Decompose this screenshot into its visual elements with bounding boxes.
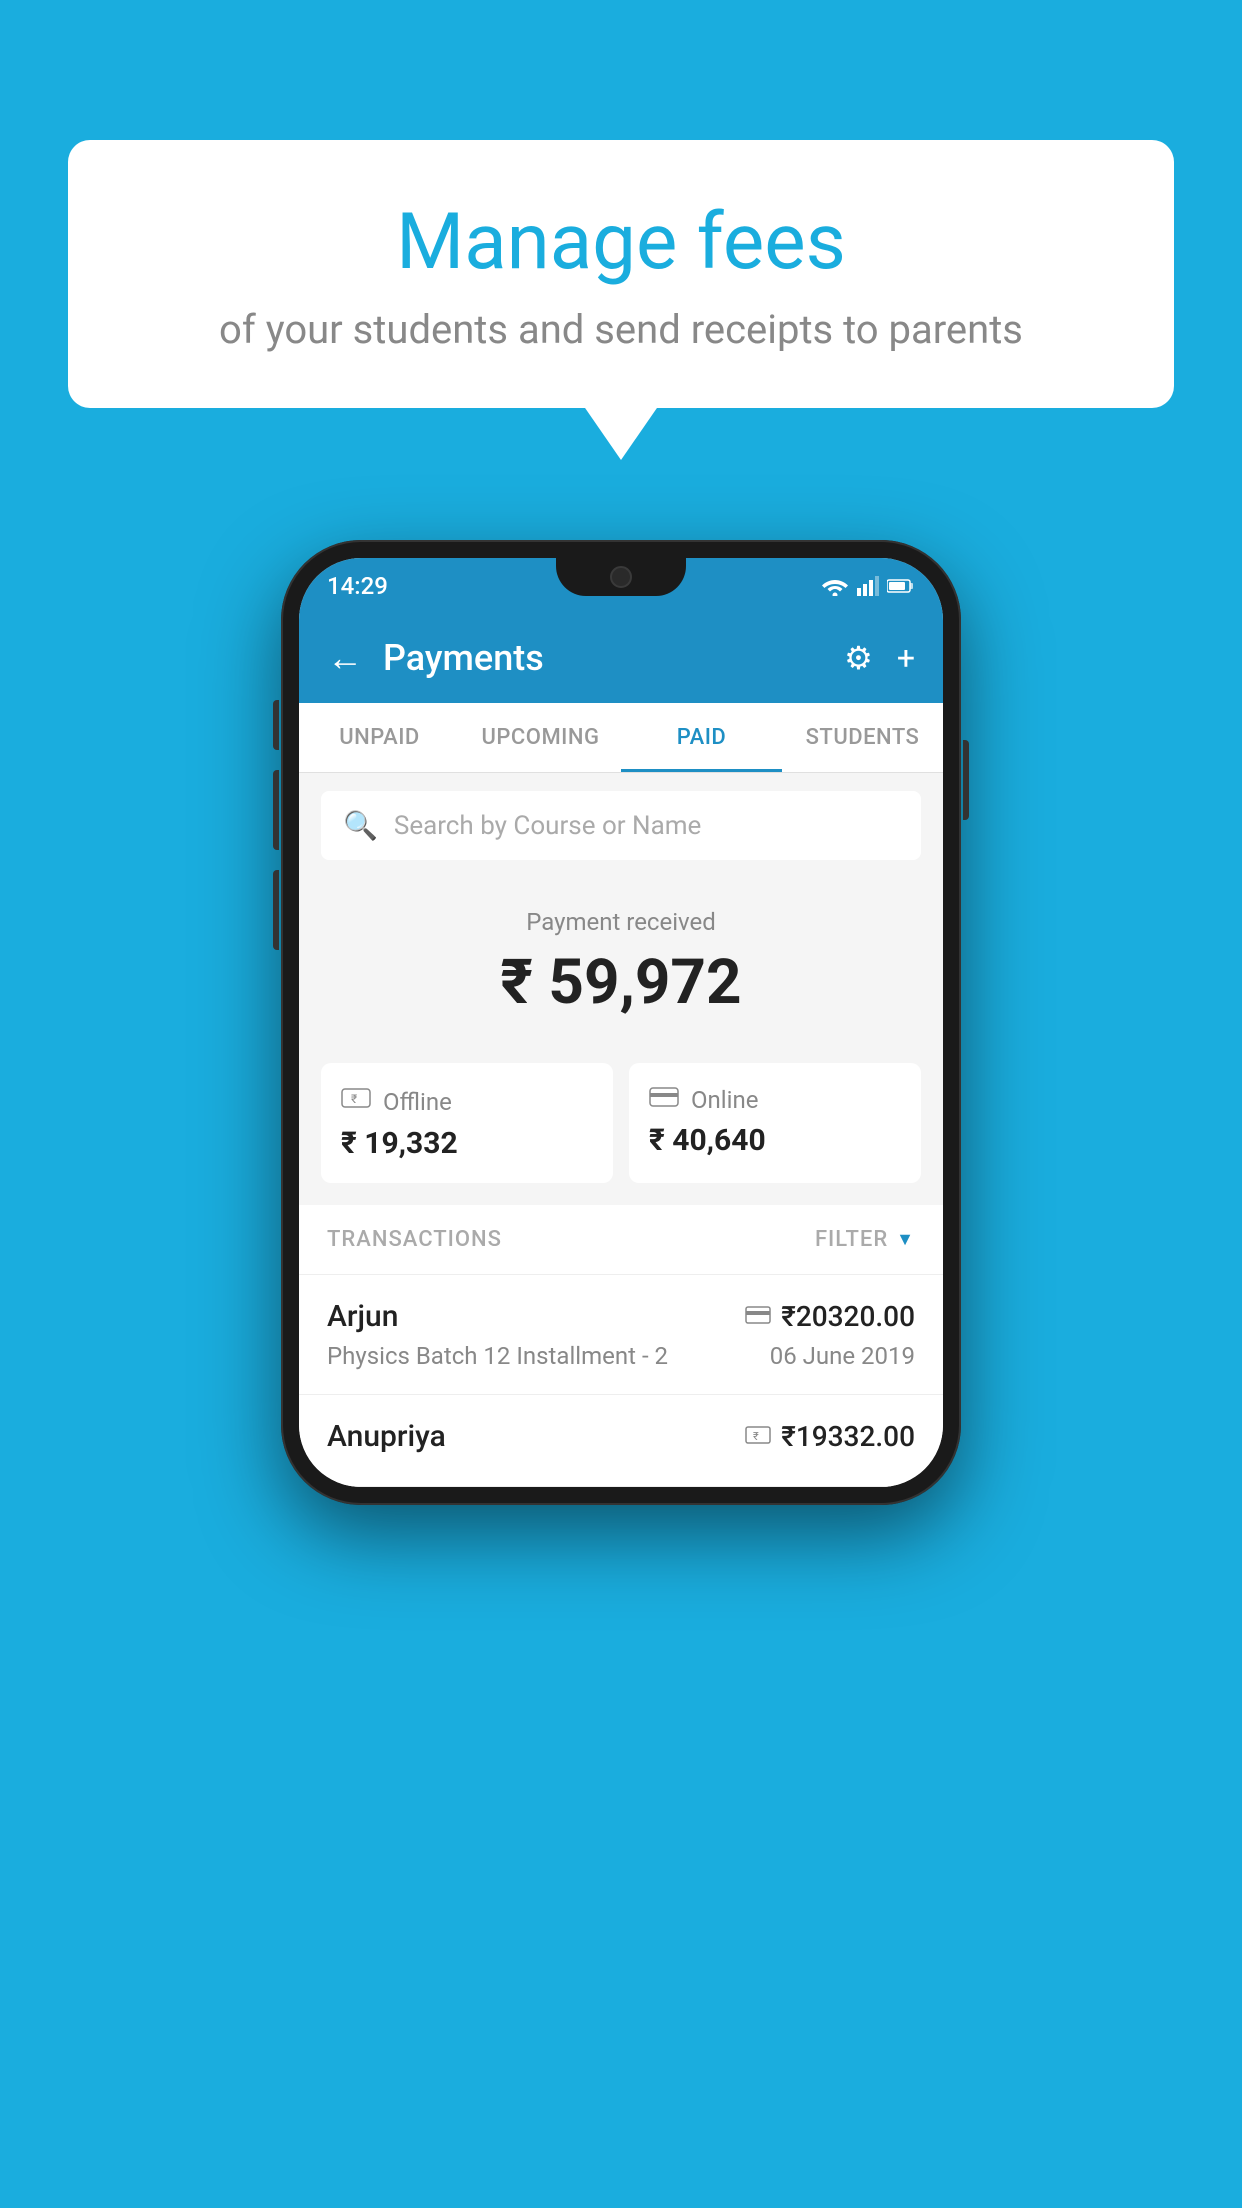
payment-amount: ₹ 59,972 — [321, 946, 921, 1019]
online-icon — [649, 1085, 679, 1115]
phone-frame: 14:29 — [281, 540, 961, 1505]
volume-up-button — [273, 770, 279, 850]
payment-label: Payment received — [321, 908, 921, 936]
filter-text: FILTER — [815, 1227, 888, 1252]
filter-button[interactable]: FILTER ▼ — [815, 1227, 915, 1252]
app-title: Payments — [383, 637, 824, 679]
transaction-date-1: 06 June 2019 — [770, 1342, 915, 1370]
svg-text:₹: ₹ — [753, 1430, 759, 1443]
power-button — [963, 740, 969, 820]
wifi-icon — [821, 576, 849, 596]
filter-icon: ▼ — [896, 1229, 915, 1250]
tab-unpaid[interactable]: UNPAID — [299, 703, 460, 772]
search-container: 🔍 Search by Course or Name — [299, 773, 943, 878]
cash-payment-icon: ₹ — [745, 1423, 771, 1451]
battery-icon — [887, 578, 915, 594]
speech-bubble-container: Manage fees of your students and send re… — [68, 140, 1174, 408]
bubble-subtitle: of your students and send receipts to pa… — [148, 306, 1094, 353]
card-payment-icon — [745, 1303, 771, 1331]
transaction-name-1: Arjun — [327, 1299, 398, 1334]
search-bar[interactable]: 🔍 Search by Course or Name — [321, 791, 921, 860]
phone-container: 14:29 — [281, 540, 961, 1505]
phone-screen: 14:29 — [299, 558, 943, 1487]
payment-cards: ₹ Offline ₹ 19,332 — [299, 1063, 943, 1205]
status-icons — [821, 576, 915, 596]
volume-down-button — [273, 870, 279, 950]
tabs: UNPAID UPCOMING PAID STUDENTS — [299, 703, 943, 773]
app-bar: ← Payments ⚙ + — [299, 613, 943, 703]
online-card: Online ₹ 40,640 — [629, 1063, 921, 1183]
signal-icon — [857, 576, 879, 596]
offline-icon: ₹ — [341, 1085, 371, 1118]
transaction-row[interactable]: Arjun ₹20320.00 Physics Batch 12 Install… — [299, 1275, 943, 1395]
search-input[interactable]: Search by Course or Name — [394, 811, 701, 841]
offline-label: Offline — [383, 1088, 452, 1116]
bubble-title: Manage fees — [148, 200, 1094, 286]
back-button[interactable]: ← — [327, 637, 363, 679]
transactions-header: TRANSACTIONS FILTER ▼ — [299, 1205, 943, 1275]
search-icon: 🔍 — [343, 809, 378, 842]
tab-paid[interactable]: PAID — [621, 703, 782, 772]
add-button[interactable]: + — [897, 639, 915, 677]
volume-silent-button — [273, 700, 279, 750]
online-amount: ₹ 40,640 — [649, 1123, 901, 1158]
transaction-course-1: Physics Batch 12 Installment - 2 — [327, 1342, 668, 1370]
offline-card: ₹ Offline ₹ 19,332 — [321, 1063, 613, 1183]
online-label: Online — [691, 1086, 758, 1114]
payment-section: Payment received ₹ 59,972 — [299, 878, 943, 1063]
transaction-amount-2: ₹19332.00 — [781, 1420, 915, 1453]
offline-amount: ₹ 19,332 — [341, 1126, 593, 1161]
transaction-name-2: Anupriya — [327, 1419, 446, 1454]
settings-button[interactable]: ⚙ — [844, 639, 873, 677]
transactions-label: TRANSACTIONS — [327, 1227, 502, 1252]
transaction-amount-1: ₹20320.00 — [781, 1300, 915, 1333]
svg-text:₹: ₹ — [351, 1092, 357, 1106]
transaction-row[interactable]: Anupriya ₹ ₹19332.00 — [299, 1395, 943, 1487]
front-camera — [610, 566, 632, 588]
status-time: 14:29 — [327, 572, 388, 600]
speech-bubble: Manage fees of your students and send re… — [68, 140, 1174, 408]
tab-upcoming[interactable]: UPCOMING — [460, 703, 621, 772]
phone-notch — [556, 558, 686, 596]
app-bar-actions: ⚙ + — [844, 639, 915, 677]
tab-students[interactable]: STUDENTS — [782, 703, 943, 772]
